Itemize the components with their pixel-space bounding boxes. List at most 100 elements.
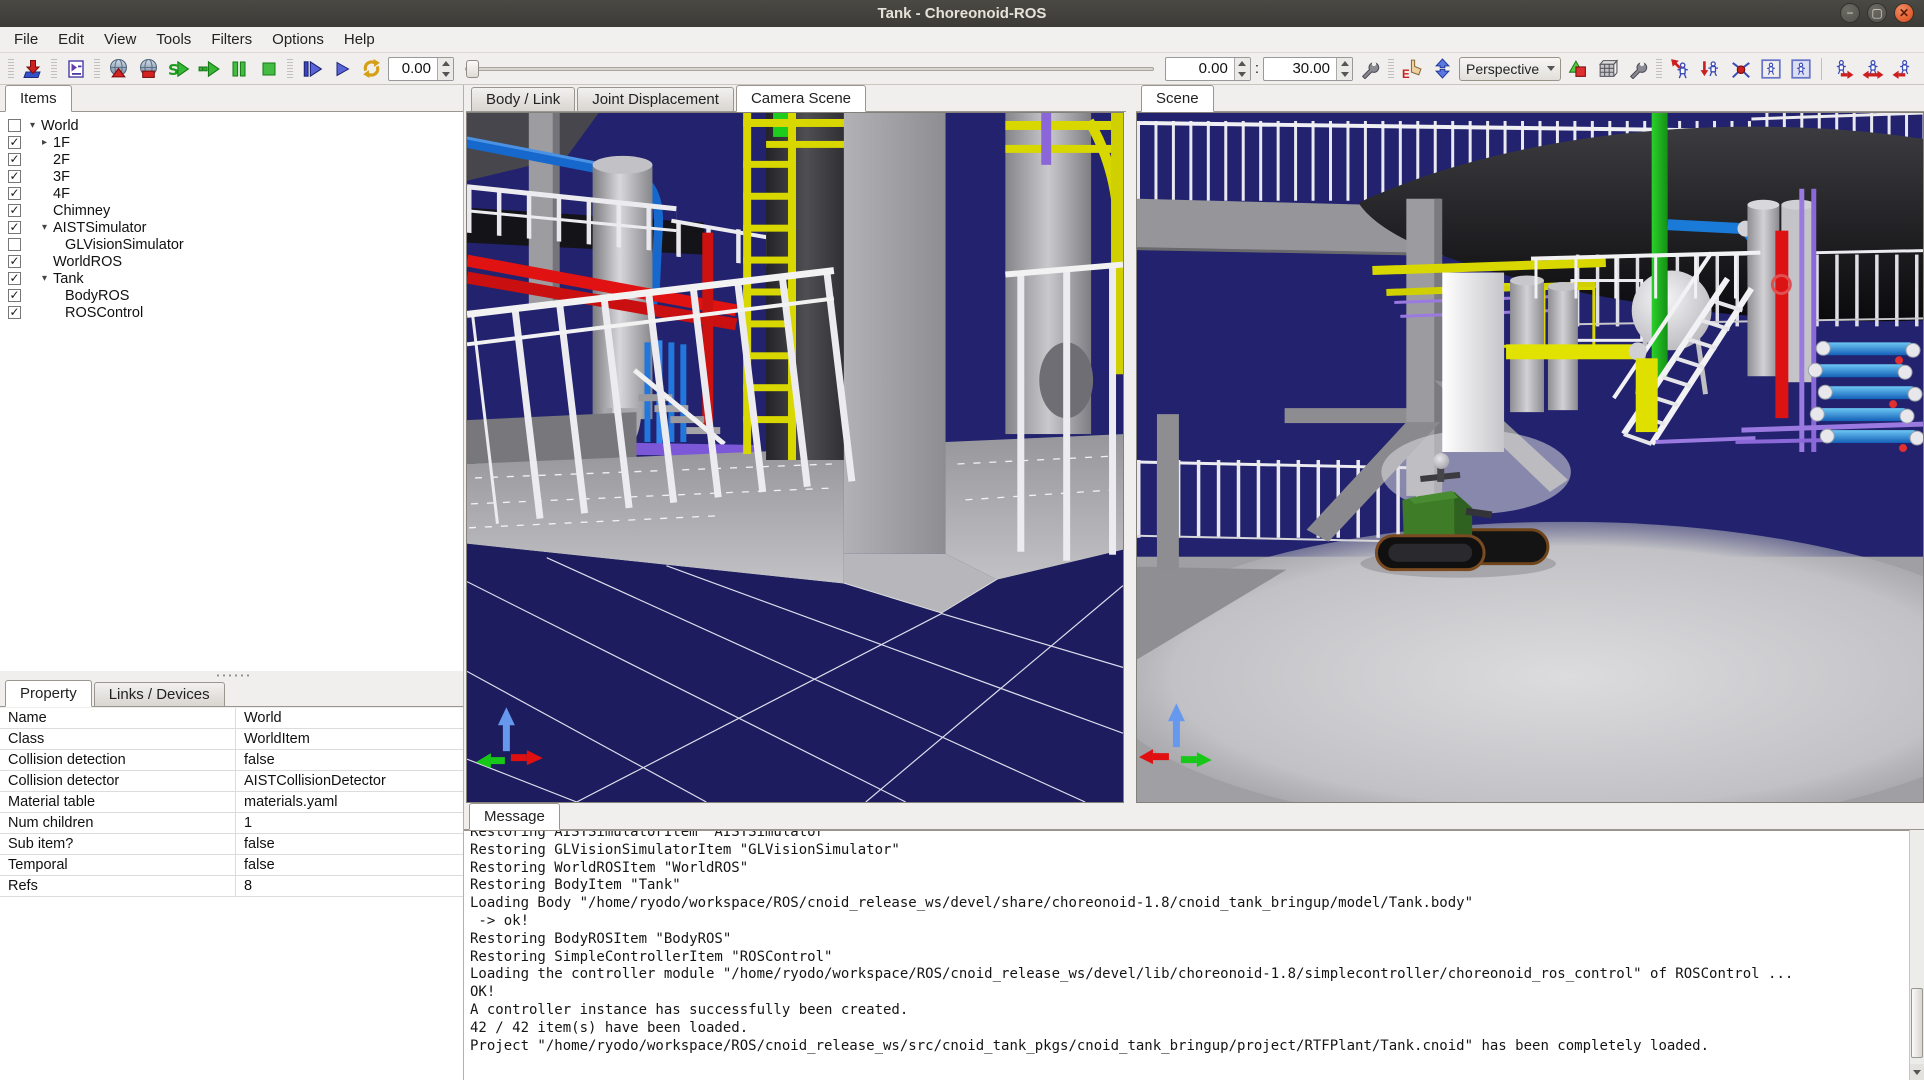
sync-time-button[interactable] (358, 56, 385, 82)
menu-edit[interactable]: Edit (48, 27, 94, 52)
property-value[interactable]: materials.yaml (236, 792, 463, 812)
tab-scene[interactable]: Scene (1141, 85, 1214, 112)
tab-joint-displacement[interactable]: Joint Displacement (577, 87, 734, 111)
item-checkbox[interactable]: ✓ (8, 272, 21, 285)
tree-item-4f[interactable]: ✓ 4F (0, 185, 463, 202)
toolbar-grip[interactable] (94, 59, 100, 79)
item-checkbox[interactable]: ✓ (8, 136, 21, 149)
menu-options[interactable]: Options (262, 27, 334, 52)
item-tree[interactable]: ▾ World ✓ ▸ 1F ✓ 2F ✓ 3F (0, 112, 463, 671)
playback-button[interactable] (328, 56, 355, 82)
toolbar-grip[interactable] (1656, 59, 1662, 79)
frame-rate-value[interactable]: 30.00 (1264, 58, 1336, 80)
property-value[interactable]: World (236, 708, 463, 728)
step-simulation-button[interactable] (195, 56, 222, 82)
tree-item-glvisionsimulator[interactable]: GLVisionSimulator (0, 236, 463, 253)
tree-item-world[interactable]: ▾ World (0, 117, 463, 134)
pose-box-alt-button[interactable] (1787, 56, 1814, 82)
pose-box-button[interactable] (1757, 56, 1784, 82)
tab-items[interactable]: Items (5, 85, 72, 112)
stop-simulation-button[interactable] (255, 56, 282, 82)
body-origin-button[interactable] (1727, 56, 1754, 82)
minimize-button[interactable]: − (1840, 3, 1860, 23)
property-value[interactable]: AISTCollisionDetector (236, 771, 463, 791)
tab-body-link[interactable]: Body / Link (471, 87, 575, 111)
camera-scene-viewport[interactable] (466, 112, 1124, 803)
vertical-splitter[interactable] (1124, 112, 1136, 803)
flip-view-button[interactable] (1429, 56, 1456, 82)
scene-config-button[interactable] (1624, 56, 1651, 82)
pause-simulation-button[interactable] (225, 56, 252, 82)
menu-help[interactable]: Help (334, 27, 385, 52)
edit-mode-button[interactable]: E (1399, 56, 1426, 82)
tab-property[interactable]: Property (5, 680, 92, 707)
tree-item-1f[interactable]: ✓ ▸ 1F (0, 134, 463, 151)
menu-filters[interactable]: Filters (201, 27, 262, 52)
tab-links-devices[interactable]: Links / Devices (94, 682, 225, 706)
item-list-button[interactable] (62, 56, 89, 82)
spin-up-icon[interactable] (1337, 58, 1352, 69)
restart-simulation-button[interactable] (135, 56, 162, 82)
titlebar[interactable]: Tank - Choreonoid-ROS − ▢ ✕ (0, 0, 1924, 27)
time-display-value[interactable]: 0.00 (1166, 58, 1234, 80)
spin-up-icon[interactable] (438, 58, 453, 69)
message-scrollbar[interactable] (1909, 830, 1924, 1080)
toolbar-grip[interactable] (51, 59, 57, 79)
menu-view[interactable]: View (94, 27, 146, 52)
time-spinbox[interactable]: 0.00 (388, 57, 454, 81)
menu-file[interactable]: File (4, 27, 48, 52)
tree-item-roscontrol[interactable]: ✓ ROSControl (0, 304, 463, 321)
collision-view-button[interactable] (1564, 56, 1591, 82)
toolbar-grip[interactable] (1388, 59, 1394, 79)
tab-message[interactable]: Message (469, 803, 560, 830)
expander-icon[interactable]: ▸ (38, 137, 51, 148)
property-value[interactable]: WorldItem (236, 729, 463, 749)
item-checkbox[interactable]: ✓ (8, 306, 21, 319)
body-place-button[interactable] (1697, 56, 1724, 82)
horizontal-splitter[interactable] (0, 671, 463, 680)
frame-rate-spinbox[interactable]: 30.00 (1263, 57, 1353, 81)
wireframe-view-button[interactable] (1594, 56, 1621, 82)
property-value[interactable]: false (236, 834, 463, 854)
tab-camera-scene[interactable]: Camera Scene (736, 85, 866, 112)
time-slider[interactable] (465, 57, 1154, 81)
store-item-button[interactable] (19, 56, 46, 82)
item-checkbox[interactable] (8, 119, 21, 132)
play-from-start-button[interactable] (298, 56, 325, 82)
body-arrow-right-button[interactable] (1829, 56, 1856, 82)
expander-icon[interactable]: ▾ (38, 273, 51, 284)
tree-item-tank[interactable]: ✓ ▾ Tank (0, 270, 463, 287)
time-config-button[interactable] (1356, 56, 1383, 82)
item-checkbox[interactable]: ✓ (8, 255, 21, 268)
tree-item-aistsimulator[interactable]: ✓ ▾ AISTSimulator (0, 219, 463, 236)
item-checkbox[interactable]: ✓ (8, 153, 21, 166)
scroll-down-icon[interactable] (1910, 1064, 1924, 1080)
tree-item-worldros[interactable]: ✓ WorldROS (0, 253, 463, 270)
item-checkbox[interactable]: ✓ (8, 170, 21, 183)
tree-item-2f[interactable]: ✓ 2F (0, 151, 463, 168)
scene-viewport[interactable] (1136, 112, 1924, 803)
time-spinbox-value[interactable]: 0.00 (389, 58, 437, 80)
item-checkbox[interactable]: ✓ (8, 204, 21, 217)
scrollbar-thumb[interactable] (1911, 988, 1923, 1058)
expander-icon[interactable]: ▾ (26, 120, 39, 131)
property-value[interactable]: 1 (236, 813, 463, 833)
message-log[interactable]: Restoring AISTSimulatorItem "AISTSimulat… (464, 830, 1924, 1080)
time-display-spinbox[interactable]: 0.00 (1165, 57, 1251, 81)
spin-down-icon[interactable] (1235, 69, 1250, 80)
tree-item-3f[interactable]: ✓ 3F (0, 168, 463, 185)
resume-simulation-button[interactable]: S (165, 56, 192, 82)
maximize-button[interactable]: ▢ (1867, 3, 1887, 23)
item-checkbox[interactable]: ✓ (8, 187, 21, 200)
spin-down-icon[interactable] (1337, 69, 1352, 80)
start-simulation-button[interactable] (105, 56, 132, 82)
property-value[interactable]: false (236, 750, 463, 770)
toolbar-grip[interactable] (287, 59, 293, 79)
time-slider-groove[interactable] (465, 67, 1154, 71)
body-arrow-left-button[interactable] (1889, 56, 1916, 82)
property-value[interactable]: 8 (236, 876, 463, 896)
item-checkbox[interactable] (8, 238, 21, 251)
tree-item-chimney[interactable]: ✓ Chimney (0, 202, 463, 219)
body-move-button[interactable] (1667, 56, 1694, 82)
item-checkbox[interactable]: ✓ (8, 289, 21, 302)
